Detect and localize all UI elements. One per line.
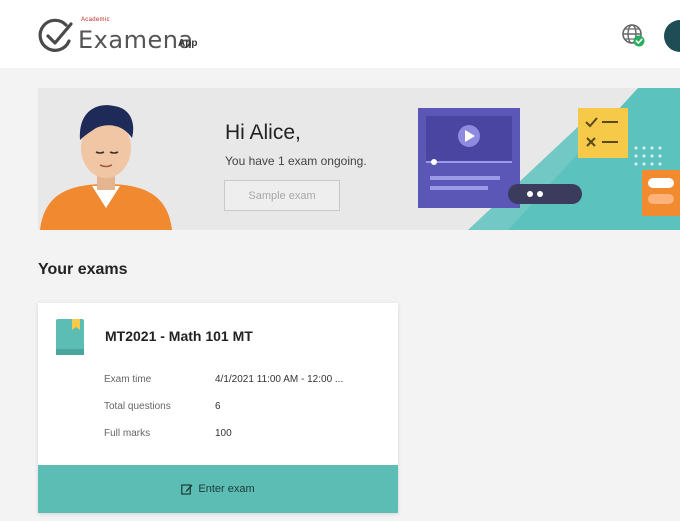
welcome-banner: Hi Alice, You have 1 exam ongoing. Sampl… [38,88,680,230]
brand-small-label: Academic [81,17,110,23]
your-exams-heading: Your exams [38,261,128,278]
full-marks-label: Full marks [104,428,151,439]
exam-time-value: 4/1/2021 11:00 AM - 12:00 ... [215,374,344,385]
ongoing-exams-text: You have 1 exam ongoing. [225,154,367,168]
check-circle-logo-icon [38,18,73,52]
book-icon [56,319,84,355]
enter-exam-label: Enter exam [198,483,255,495]
greeting-text: Hi Alice, [225,121,301,144]
app-header: Academic Examena App [0,0,680,68]
exam-card: MT2021 - Math 101 MT Exam time 4/1/2021 … [38,303,398,513]
sample-exam-button[interactable]: Sample exam [224,180,340,211]
globe-check-icon[interactable] [620,22,646,48]
edit-icon [181,484,193,495]
enter-exam-button[interactable]: Enter exam [38,465,398,513]
exam-time-label: Exam time [104,374,152,385]
app-suffix: App [178,38,198,49]
exam-illustration [418,108,680,216]
exam-title: MT2021 - Math 101 MT [105,328,253,344]
user-avatar[interactable] [664,20,680,52]
total-questions-value: 6 [215,401,221,412]
total-questions-label: Total questions [104,401,171,412]
person-illustration [40,105,172,230]
app-name: Examena [78,26,194,54]
full-marks-value: 100 [215,428,232,439]
